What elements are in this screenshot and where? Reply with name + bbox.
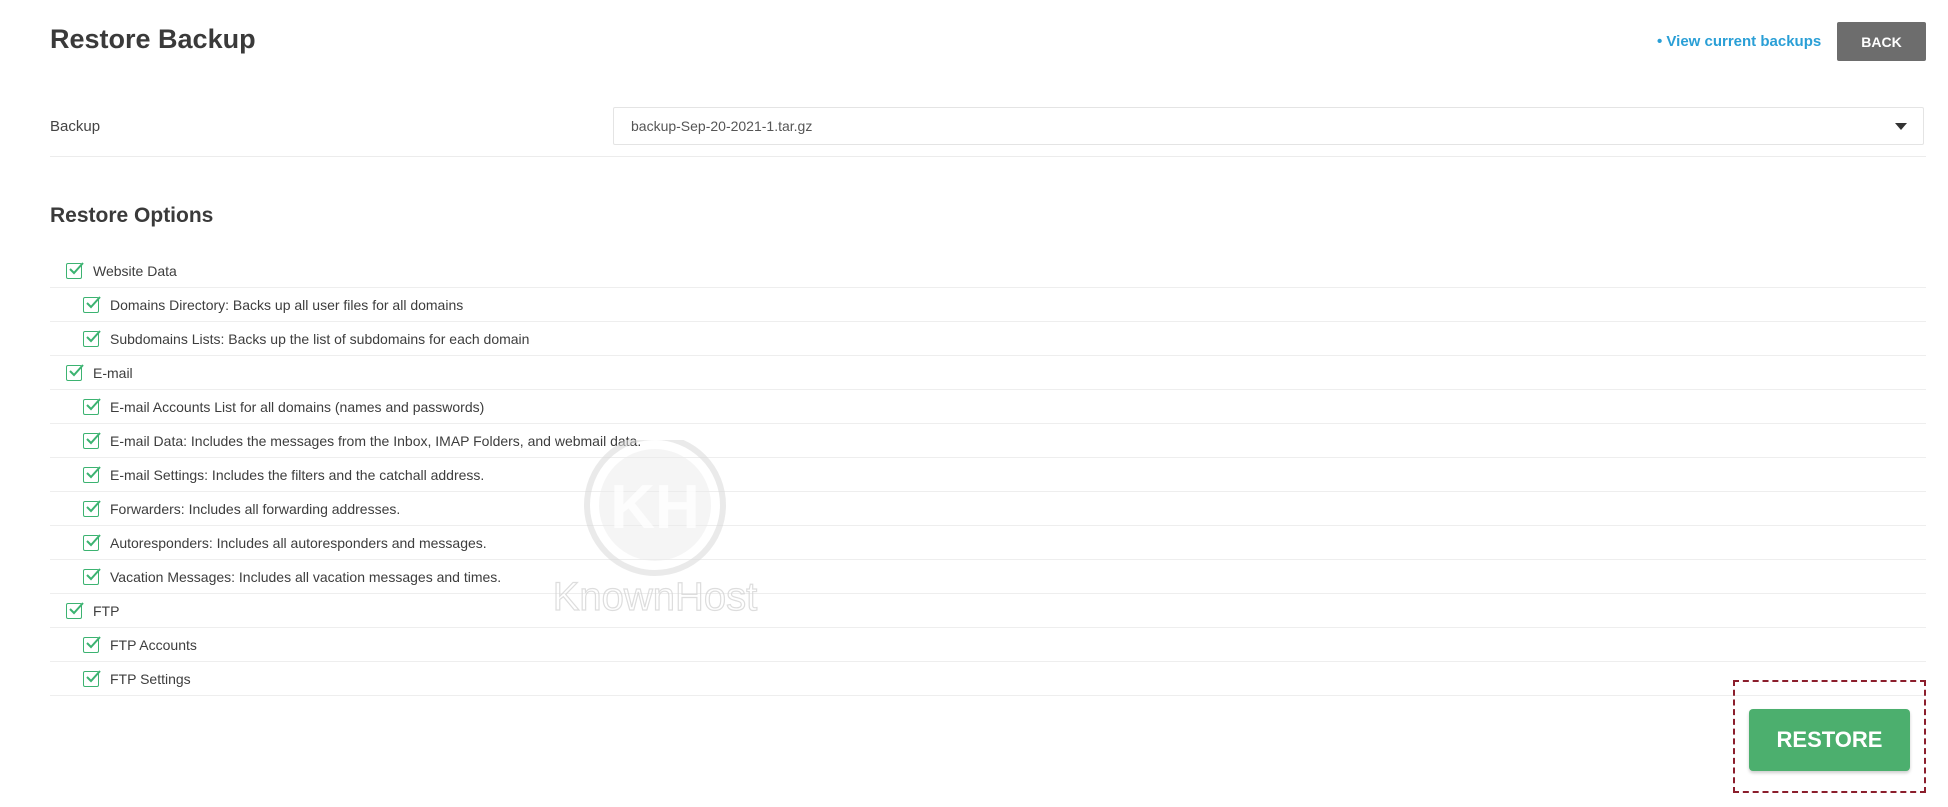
restore-option-label: E-mail bbox=[93, 364, 133, 381]
restore-option-label: Domains Directory: Backs up all user fil… bbox=[110, 296, 464, 313]
checkmark-icon bbox=[86, 329, 101, 342]
restore-option-row[interactable]: FTP Settings bbox=[50, 662, 1926, 696]
checkbox[interactable] bbox=[66, 363, 84, 381]
restore-option-label: FTP Accounts bbox=[110, 636, 197, 653]
checkbox[interactable] bbox=[83, 431, 101, 449]
checkbox[interactable] bbox=[66, 601, 84, 619]
restore-option-label: Forwarders: Includes all forwarding addr… bbox=[110, 500, 401, 517]
divider bbox=[50, 156, 1926, 157]
watermark-logo: KH KnownHost bbox=[552, 440, 758, 620]
checkmark-icon bbox=[86, 465, 101, 478]
checkmark-icon bbox=[69, 363, 84, 376]
restore-option-label: Vacation Messages: Includes all vacation… bbox=[110, 568, 502, 585]
restore-option-label: FTP bbox=[93, 602, 120, 619]
restore-option-row[interactable]: Autoresponders: Includes all autorespond… bbox=[50, 526, 1926, 560]
checkmark-icon bbox=[69, 261, 84, 274]
checkbox[interactable] bbox=[83, 329, 101, 347]
checkbox[interactable] bbox=[83, 465, 101, 483]
checkbox[interactable] bbox=[83, 669, 101, 687]
watermark-monogram: KH bbox=[610, 473, 700, 542]
checkbox[interactable] bbox=[83, 635, 101, 653]
checkmark-icon bbox=[86, 431, 101, 444]
restore-option-label: E-mail Accounts List for all domains (na… bbox=[110, 398, 485, 415]
restore-option-row[interactable]: Subdomains Lists: Backs up the list of s… bbox=[50, 322, 1926, 356]
watermark-text: KnownHost bbox=[553, 575, 758, 619]
restore-option-label: E-mail Settings: Includes the filters an… bbox=[110, 466, 485, 483]
restore-option-row[interactable]: Forwarders: Includes all forwarding addr… bbox=[50, 492, 1926, 526]
restore-option-label: Website Data bbox=[93, 262, 177, 279]
checkbox[interactable] bbox=[83, 499, 101, 517]
checkbox[interactable] bbox=[83, 295, 101, 313]
restore-option-row[interactable]: E-mail bbox=[50, 356, 1926, 390]
restore-option-row[interactable]: Website Data bbox=[50, 254, 1926, 288]
checkbox[interactable] bbox=[66, 261, 84, 279]
checkmark-icon bbox=[86, 635, 101, 648]
restore-option-row[interactable]: E-mail Settings: Includes the filters an… bbox=[50, 458, 1926, 492]
backup-select[interactable]: backup-Sep-20-2021-1.tar.gz bbox=[613, 107, 1924, 145]
restore-option-label: FTP Settings bbox=[110, 670, 191, 687]
checkmark-icon bbox=[86, 669, 101, 682]
restore-options-list: Website Data Domains Directory: Backs up … bbox=[50, 254, 1926, 696]
restore-option-label: Subdomains Lists: Backs up the list of s… bbox=[110, 330, 530, 347]
restore-options-title: Restore Options bbox=[50, 204, 214, 227]
backup-select-value: backup-Sep-20-2021-1.tar.gz bbox=[631, 118, 813, 134]
checkmark-icon bbox=[86, 499, 101, 512]
checkmark-icon bbox=[86, 567, 101, 580]
restore-button[interactable]: RESTORE bbox=[1749, 709, 1910, 771]
checkmark-icon bbox=[86, 397, 101, 410]
chevron-down-icon bbox=[1895, 123, 1907, 130]
restore-option-row[interactable]: E-mail Data: Includes the messages from … bbox=[50, 424, 1926, 458]
checkbox[interactable] bbox=[83, 533, 101, 551]
checkmark-icon bbox=[86, 295, 101, 308]
restore-option-row[interactable]: FTP Accounts bbox=[50, 628, 1926, 662]
backup-label: Backup bbox=[50, 118, 101, 135]
restore-option-label: Autoresponders: Includes all autorespond… bbox=[110, 534, 487, 551]
restore-option-row[interactable]: Vacation Messages: Includes all vacation… bbox=[50, 560, 1926, 594]
restore-option-row[interactable]: Domains Directory: Backs up all user fil… bbox=[50, 288, 1926, 322]
checkmark-icon bbox=[86, 533, 101, 546]
back-button[interactable]: BACK bbox=[1837, 22, 1926, 61]
restore-option-row[interactable]: FTP bbox=[50, 594, 1926, 628]
view-current-backups-link[interactable]: • View current backups bbox=[1657, 33, 1821, 50]
page-title: Restore Backup bbox=[50, 24, 256, 54]
checkmark-icon bbox=[69, 601, 84, 614]
checkbox[interactable] bbox=[83, 397, 101, 415]
checkbox[interactable] bbox=[83, 567, 101, 585]
restore-option-row[interactable]: E-mail Accounts List for all domains (na… bbox=[50, 390, 1926, 424]
